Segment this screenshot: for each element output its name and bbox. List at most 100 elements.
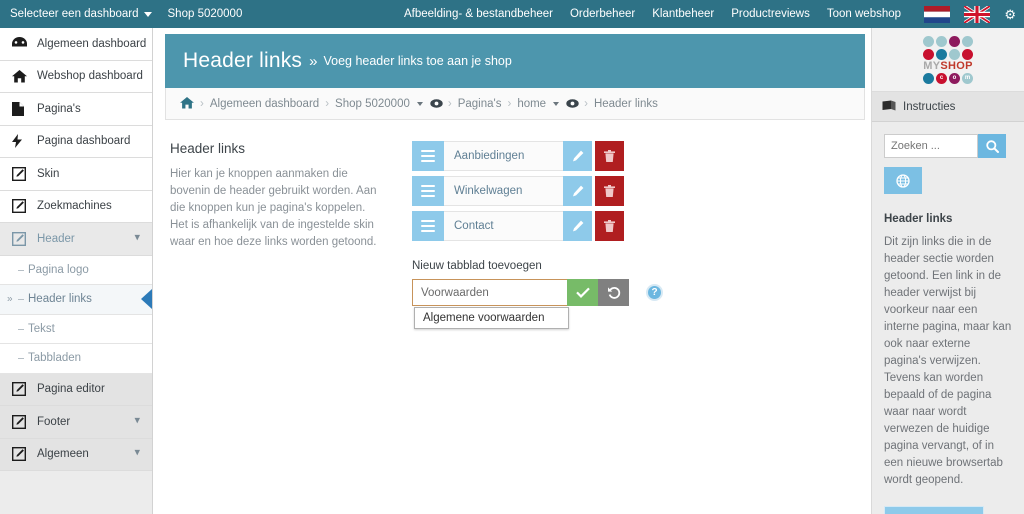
new-tab-input[interactable]	[412, 279, 567, 306]
brand-logo-area: MY SHOP c o m	[872, 28, 1024, 92]
drag-handle-icon[interactable]	[412, 211, 444, 241]
edit-link-button[interactable]	[563, 211, 592, 241]
edit-square-icon	[12, 382, 29, 397]
nav-item-view-shop[interactable]: Toon webshop	[827, 8, 901, 20]
eye-icon[interactable]	[566, 99, 579, 108]
search-icon	[985, 139, 999, 153]
tree-dash	[18, 299, 24, 301]
edit-link-button[interactable]	[563, 141, 592, 171]
undo-icon	[607, 286, 621, 299]
chevron-down-icon[interactable]	[416, 101, 423, 106]
chevron-down-icon: ▾	[134, 231, 140, 244]
chevron-right-icon: »	[7, 293, 13, 305]
content-row: Header links Hier kan je knoppen aanmake…	[165, 141, 863, 329]
tree-dash	[18, 269, 24, 271]
logo-dot-row-3: c o m	[919, 72, 977, 84]
drag-handle-icon[interactable]	[412, 176, 444, 206]
header-link-name[interactable]: Contact	[444, 211, 563, 241]
autocomplete-option[interactable]: Algemene voorwaarden	[415, 311, 568, 325]
sidebar-item-pagina-dashboard[interactable]: Pagina dashboard	[0, 125, 152, 158]
pencil-icon	[572, 150, 584, 162]
sidebar-item-header[interactable]: Header ▾	[0, 223, 152, 256]
sidebar-item-algemeen-dashboard[interactable]: Algemeen dashboard	[0, 28, 152, 61]
confirm-button[interactable]	[567, 279, 598, 306]
sidebar-item-tekst[interactable]: Tekst	[0, 314, 152, 344]
chevron-down-icon[interactable]	[553, 101, 560, 106]
logo-dot	[949, 48, 960, 60]
eye-icon[interactable]	[430, 99, 443, 108]
sidebar-item-pagina-logo[interactable]: Pagina logo	[0, 255, 152, 285]
delete-link-button[interactable]	[595, 176, 624, 206]
sidebar-item-skin[interactable]: Skin	[0, 158, 152, 191]
page-icon	[12, 101, 29, 116]
drag-handle-icon[interactable]	[412, 141, 444, 171]
breadcrumb-separator: ›	[325, 97, 330, 110]
sidebar-item-footer[interactable]: Footer ▾	[0, 406, 152, 439]
sidebar-item-tabbladen[interactable]: Tabbladen	[0, 344, 152, 374]
breadcrumb-item-shop[interactable]: Shop 5020000	[335, 98, 410, 110]
united-kingdom-flag-icon[interactable]	[964, 5, 991, 23]
topbar-nav: Afbeelding- & bestandbeheer Orderbeheer …	[404, 0, 901, 28]
tree-dash	[18, 358, 24, 360]
logo-dot-c: c	[936, 72, 947, 84]
header-link-row: Winkelwagen	[412, 176, 624, 206]
breadcrumb-item-paginas[interactable]: Pagina's	[458, 98, 502, 110]
nav-item-reviews[interactable]: Productreviews	[731, 8, 810, 20]
dashboard-selector-label: Selecteer een dashboard	[10, 8, 139, 20]
logo-dot	[923, 48, 934, 60]
sidebar-item-webshop-dashboard[interactable]: Webshop dashboard	[0, 60, 152, 93]
sidebar-item-pagina-editor[interactable]: Pagina editor	[0, 373, 152, 406]
edit-square-icon	[12, 199, 29, 214]
header-link-name[interactable]: Aanbiedingen	[444, 141, 563, 171]
dashboard-selector[interactable]: Selecteer een dashboard	[10, 8, 152, 20]
home-icon[interactable]	[180, 96, 194, 111]
nav-item-customers[interactable]: Klantbeheer	[652, 8, 714, 20]
sidebar-item-paginas[interactable]: Pagina's	[0, 93, 152, 126]
delete-link-button[interactable]	[595, 211, 624, 241]
sidebar-item-label: Footer	[37, 415, 71, 428]
breadcrumb-item-header-links: Header links	[593, 97, 658, 110]
instructions-header: Instructies	[872, 92, 1024, 122]
instructions-search	[884, 134, 1024, 158]
myshop-logo: MY SHOP c o m	[919, 35, 977, 84]
logo-dot	[936, 48, 947, 60]
sidebar-item-algemeen[interactable]: Algemeen ▾	[0, 438, 152, 471]
globe-button[interactable]	[884, 167, 922, 194]
gear-icon[interactable]: ⚙	[1004, 8, 1016, 21]
pencil-icon	[572, 185, 584, 197]
left-sidebar: Algemeen dashboard Webshop dashboard Pag…	[0, 28, 153, 514]
search-button[interactable]	[978, 134, 1006, 158]
topbar-right: ⚙	[924, 0, 1016, 28]
sidebar-item-zoekmachines[interactable]: Zoekmachines	[0, 190, 152, 223]
sidebar-item-header-links[interactable]: » Header links	[0, 285, 152, 315]
extra-information-button[interactable]: Extra informatie	[884, 506, 984, 514]
nav-item-media[interactable]: Afbeelding- & bestandbeheer	[404, 8, 553, 20]
breadcrumb-item-algemeen-dashboard[interactable]: Algemeen dashboard	[210, 98, 319, 110]
help-button[interactable]: ?	[646, 284, 663, 301]
trash-icon	[604, 220, 615, 232]
undo-button[interactable]	[598, 279, 629, 306]
nav-item-orders[interactable]: Orderbeheer	[570, 8, 635, 20]
delete-link-button[interactable]	[595, 141, 624, 171]
logo-dot	[936, 35, 947, 47]
sidebar-subitem-label: Pagina logo	[28, 263, 89, 276]
chevron-down-icon: ▾	[134, 446, 140, 459]
search-input[interactable]	[884, 134, 978, 158]
breadcrumb-separator: ›	[507, 97, 512, 110]
header-link-name[interactable]: Winkelwagen	[444, 176, 563, 206]
logo-dot	[923, 35, 934, 47]
breadcrumb-item-home[interactable]: home	[517, 98, 546, 110]
edit-link-button[interactable]	[563, 176, 592, 206]
logo-dot	[949, 35, 960, 47]
sidebar-item-label: Algemeen	[37, 448, 89, 461]
links-column: Aanbiedingen Winkelwagen Contact Nieuw t…	[412, 141, 712, 329]
logo-dot	[962, 48, 973, 60]
edit-square-icon	[12, 447, 29, 462]
page-title: Header links	[183, 49, 303, 72]
logo-dot-row-2	[919, 48, 977, 60]
sidebar-item-label: Pagina dashboard	[37, 135, 131, 148]
home-icon	[12, 69, 29, 83]
netherlands-flag-icon[interactable]	[924, 5, 951, 23]
chevron-down-icon	[143, 11, 152, 17]
pencil-icon	[572, 220, 584, 232]
